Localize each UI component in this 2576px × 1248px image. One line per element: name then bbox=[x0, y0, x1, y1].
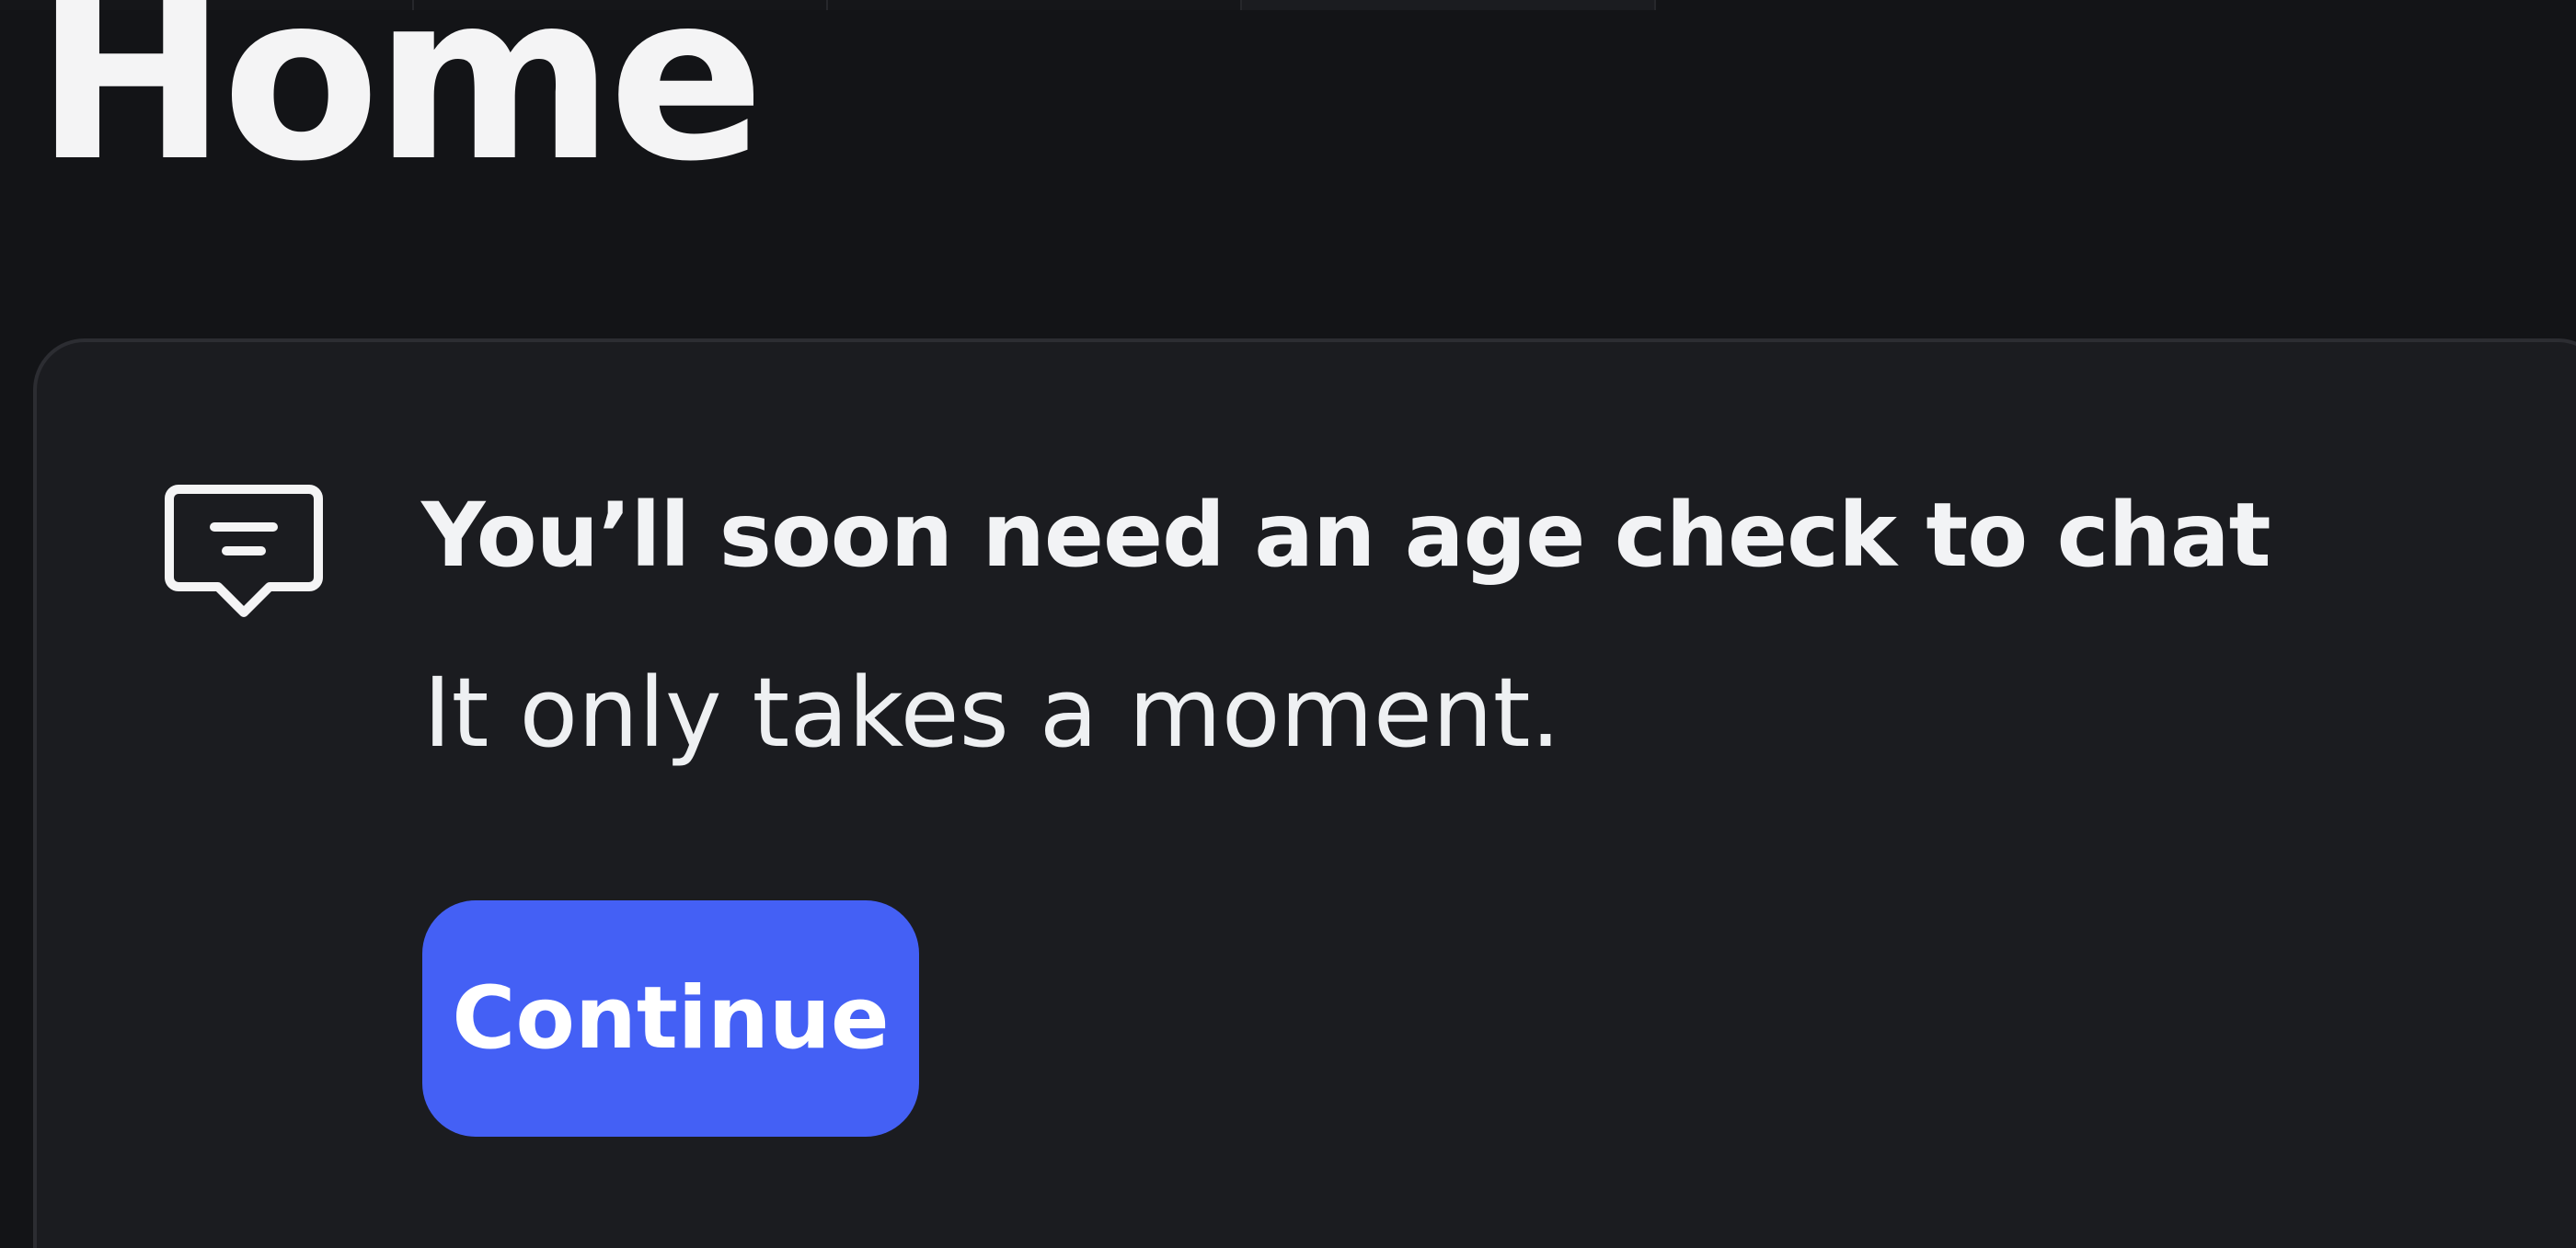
notice-heading: You’ll soon need an age check to chat bbox=[421, 484, 2271, 587]
home-page: Home You’ll soon need an age check to ch… bbox=[0, 0, 2576, 1248]
top-tab[interactable] bbox=[1242, 0, 1656, 10]
page-title: Home bbox=[35, 0, 765, 212]
continue-button[interactable]: Continue bbox=[422, 900, 919, 1137]
age-check-notice-card bbox=[33, 338, 2576, 1248]
top-tab[interactable] bbox=[828, 0, 1242, 10]
notice-subtext: It only takes a moment. bbox=[423, 657, 1561, 769]
chat-bubble-icon bbox=[165, 485, 323, 617]
